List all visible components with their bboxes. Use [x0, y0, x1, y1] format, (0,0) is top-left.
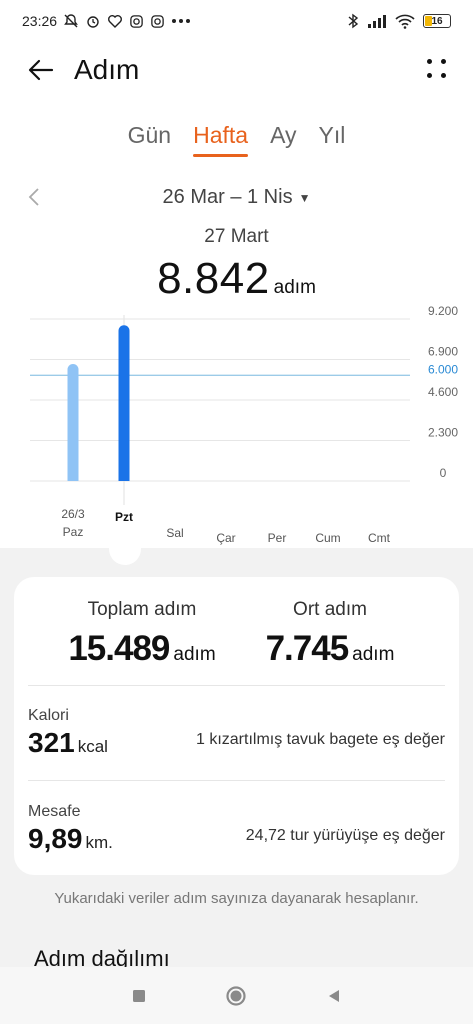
avg-steps-value: 7.745 — [265, 629, 350, 668]
calorie-label: Kalori — [28, 707, 69, 724]
circle-icon — [226, 985, 247, 1006]
x-tick-label: Cmt — [368, 531, 391, 545]
x-tick-label: Per — [268, 531, 287, 545]
x-tick-label: Pzt — [115, 510, 133, 524]
signal-icon — [368, 15, 386, 28]
selected-steps: 8.842 adım — [0, 254, 473, 304]
bar-selected — [118, 325, 130, 481]
total-steps-label: Toplam adım — [87, 599, 197, 620]
avg-steps-block: Ort adım 7.745 adım — [230, 599, 430, 669]
distance-value: 9,89 — [28, 823, 83, 854]
bar-base — [67, 475, 79, 481]
square-icon — [132, 989, 145, 1002]
avg-steps-unit: adım — [352, 644, 395, 665]
calorie-value: 321 — [28, 727, 75, 758]
y-tick-label: 0 — [440, 466, 447, 480]
instagram-icon — [130, 14, 143, 28]
tab-month[interactable]: Ay — [270, 122, 296, 157]
calorie-equivalent: 1 kızartılmış tavuk bagete eş değer — [195, 731, 445, 748]
divider — [28, 780, 445, 781]
calorie-unit: kcal — [77, 737, 108, 756]
app-bar: Adım — [0, 48, 473, 92]
divider — [28, 685, 445, 686]
distance-unit: km. — [85, 833, 113, 852]
back-arrow-icon[interactable] — [26, 55, 56, 85]
y-tick-label: 2.300 — [428, 426, 458, 440]
back-button[interactable] — [322, 984, 346, 1008]
selected-steps-value: 8.842 — [157, 254, 270, 303]
status-time: 23:26 — [22, 13, 58, 29]
wifi-icon — [395, 14, 415, 29]
tab-year[interactable]: Yıl — [319, 122, 346, 157]
more-notifications-icon — [172, 19, 191, 23]
total-steps-value: 15.489 — [68, 629, 170, 668]
bluetooth-icon — [348, 13, 359, 29]
more-menu-icon[interactable] — [427, 59, 447, 81]
instagram-icon-2 — [151, 14, 164, 28]
selected-steps-unit: adım — [273, 277, 316, 298]
distance-row: Mesafe 9,89 km. 24,72 tur yürüyüşe eş değ… — [28, 803, 445, 873]
y-tick-label: 4.600 — [428, 385, 458, 399]
data-source-note: Yukarıdaki veriler adım sayınıza dayanar… — [54, 890, 419, 907]
date-range-dropdown[interactable]: 26 Mar – 1 Nis ▼ — [0, 186, 473, 209]
total-steps-block: Toplam adım 15.489 adım — [42, 599, 242, 669]
bar — [67, 363, 79, 481]
goal-label: 6.000 — [428, 362, 458, 376]
x-tick-label: Sal — [166, 526, 183, 540]
status-system-icons: 16 — [347, 13, 451, 29]
tab-week[interactable]: Hafta — [193, 122, 248, 157]
home-button[interactable] — [224, 984, 248, 1008]
bell-off-icon — [64, 14, 78, 28]
total-steps-unit: adım — [173, 644, 216, 665]
bar-base — [118, 475, 130, 481]
distance-equivalent: 24,72 tur yürüyüşe eş değer — [245, 827, 445, 844]
date-range-label: 26 Mar – 1 Nis — [162, 186, 293, 208]
tab-day[interactable]: Gün — [128, 122, 171, 157]
x-date-label: 26/3 — [61, 507, 85, 521]
battery-icon: 16 — [423, 14, 451, 28]
x-tick-label: Paz — [63, 525, 84, 539]
status-notification-icons — [63, 13, 191, 29]
y-tick-label: 9.200 — [428, 305, 458, 318]
system-nav-bar — [0, 967, 473, 1024]
triangle-back-icon — [329, 989, 340, 1002]
battery-level: 16 — [431, 15, 443, 27]
x-tick-label: Cum — [315, 531, 340, 545]
date-range-selector: 26 Mar – 1 Nis ▼ — [0, 186, 473, 216]
avg-steps-label: Ort adım — [293, 599, 367, 620]
x-tick-label: Çar — [216, 531, 235, 545]
y-tick-label: 6.900 — [428, 345, 458, 359]
selection-notch — [109, 533, 141, 565]
alarm-icon — [87, 16, 99, 28]
weekly-steps-chart[interactable]: 9.200 6.900 4.600 2.300 0 6.000 26/3 Paz Pzt Sal Ç… — [0, 305, 473, 550]
period-tabs: Gün Hafta Ay Yıl — [0, 122, 473, 157]
page-title: Adım — [74, 54, 140, 85]
selected-date: 27 Mart — [204, 226, 269, 247]
status-bar: 23:26 16 — [0, 0, 473, 42]
recents-button[interactable] — [127, 984, 151, 1008]
summary-card: Toplam adım 15.489 adım Ort adım 7.745 adı… — [14, 577, 459, 875]
distance-label: Mesafe — [28, 803, 81, 820]
calorie-row: Kalori 321 kcal 1 kızartılmış tavuk baget… — [28, 707, 445, 777]
caret-down-icon: ▼ — [298, 190, 311, 205]
heart-icon — [108, 15, 123, 28]
